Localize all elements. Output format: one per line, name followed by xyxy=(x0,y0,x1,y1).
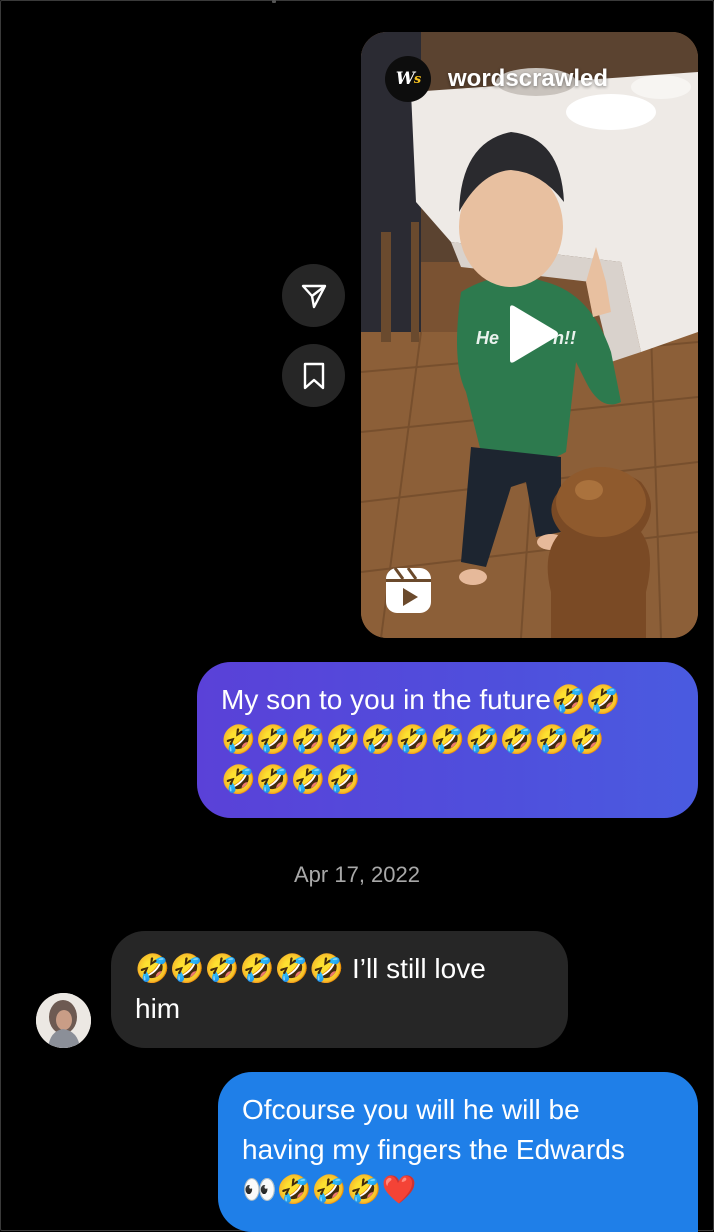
sender-avatar[interactable] xyxy=(36,993,91,1048)
bookmark-icon xyxy=(303,362,324,389)
svg-text:He: He xyxy=(476,328,499,348)
reels-icon xyxy=(386,568,431,613)
reel-header[interactable]: Ws wordscrawled xyxy=(385,56,608,102)
reel-author-avatar[interactable]: Ws xyxy=(385,56,431,102)
outgoing-message[interactable]: My son to you in the future🤣🤣 🤣🤣🤣🤣🤣🤣🤣🤣🤣🤣… xyxy=(197,662,698,818)
scroll-indicator xyxy=(272,0,276,3)
play-icon[interactable] xyxy=(502,304,562,364)
share-button[interactable] xyxy=(282,264,345,327)
send-icon xyxy=(301,284,326,308)
outgoing-message[interactable]: Ofcourse you will he will be having my f… xyxy=(218,1072,698,1232)
save-button[interactable] xyxy=(282,344,345,407)
date-separator: Apr 17, 2022 xyxy=(294,862,420,887)
reel-author-username[interactable]: wordscrawled xyxy=(448,65,608,93)
shared-reel-card[interactable]: He n!! Ws wordscrawled xyxy=(361,32,698,638)
incoming-message[interactable]: 🤣🤣🤣🤣🤣🤣 I’ll still love him xyxy=(111,931,568,1048)
